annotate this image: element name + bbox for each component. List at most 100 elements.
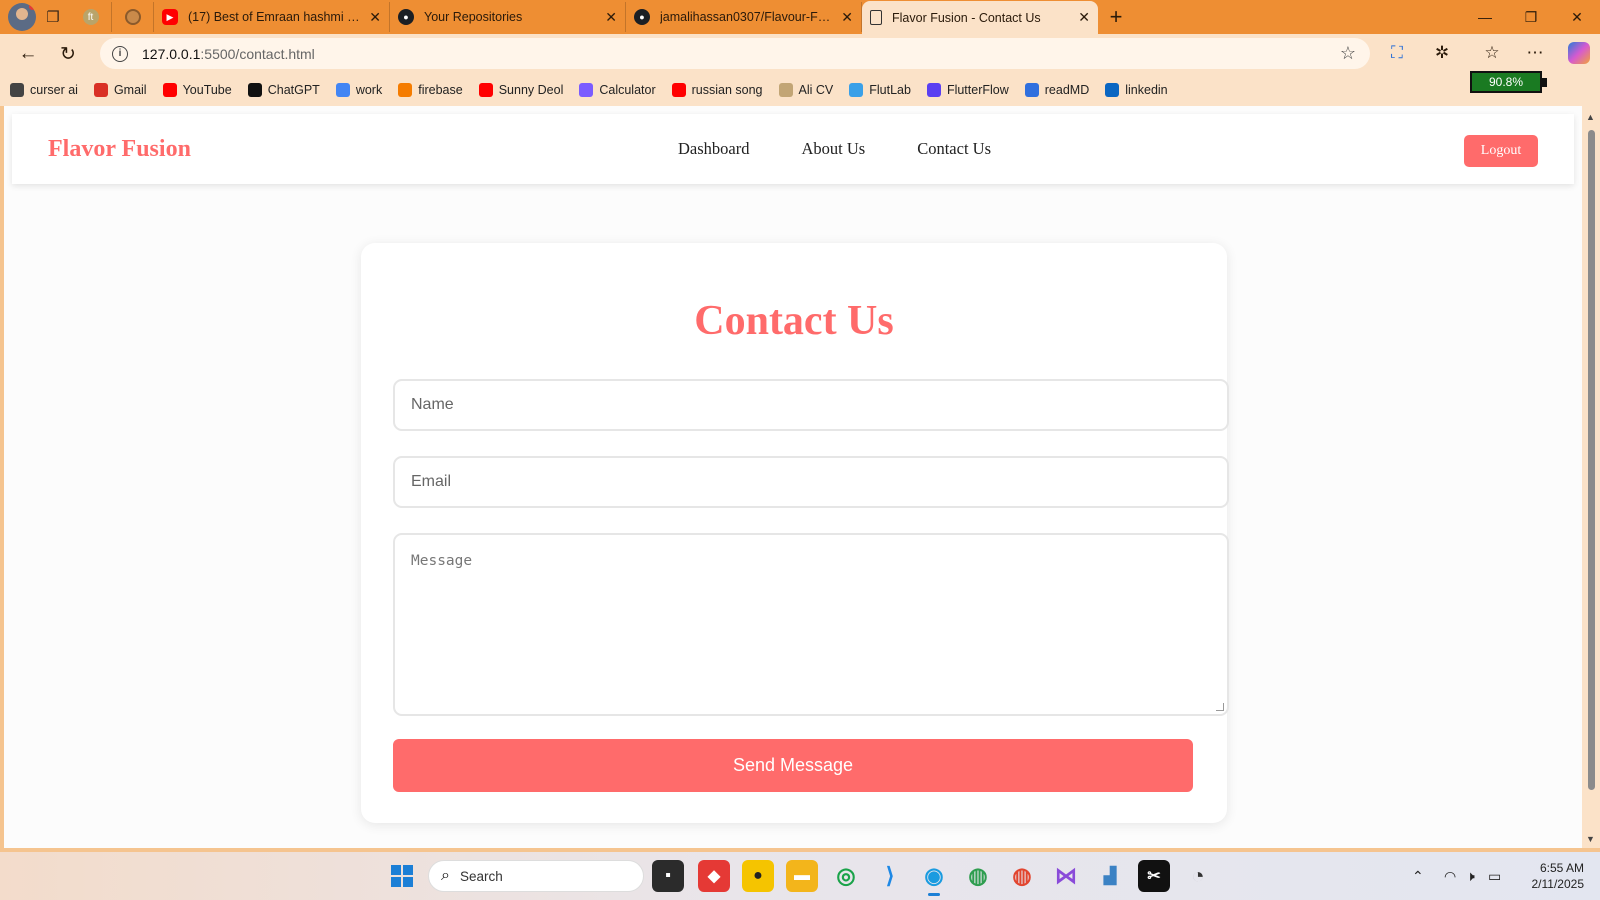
search-icon: ⌕ <box>441 867 450 884</box>
whatsapp-icon[interactable]: ◎ <box>830 860 862 892</box>
flutterflow-icon <box>926 83 941 97</box>
bookmark-russian-song[interactable]: russian song <box>671 83 763 97</box>
email-input[interactable]: Email <box>393 456 1229 508</box>
youtube-icon <box>478 83 493 97</box>
visual-studio-icon[interactable]: ⋈ <box>1050 860 1082 892</box>
bookmark-flutlab[interactable]: FlutLab <box>849 83 911 97</box>
capcut-icon[interactable]: ✂ <box>1138 860 1170 892</box>
youtube-icon <box>671 83 686 97</box>
taskbar-search[interactable]: ⌕ Search <box>428 860 644 892</box>
bookmark-curser-ai[interactable]: curser ai <box>10 83 78 97</box>
back-icon[interactable]: ← <box>8 36 48 72</box>
pinned-tab-2[interactable] <box>112 2 154 32</box>
linkedin-icon <box>1105 83 1120 97</box>
close-tab-icon[interactable]: ✕ <box>605 9 617 26</box>
bookmark-label: Ali CV <box>798 83 834 97</box>
wifi-icon[interactable]: ◠ <box>1444 852 1456 900</box>
chrome-icon[interactable]: ◍ <box>962 860 994 892</box>
chrome-profile-icon[interactable]: ◍ <box>1006 860 1038 892</box>
performance-monitor-icon[interactable]: ▟ <box>1094 860 1126 892</box>
bookmark-ali-cv[interactable]: Ali CV <box>778 83 834 97</box>
bookmark-flutterflow[interactable]: FlutterFlow <box>926 83 1009 97</box>
edge-icon[interactable]: ◉ <box>918 860 950 896</box>
bookmark-gmail[interactable]: Gmail <box>93 83 147 97</box>
bookmark-label: FlutLab <box>869 83 911 97</box>
bookmark-youtube[interactable]: YouTube <box>162 83 232 97</box>
task-view-icon[interactable]: ▪ <box>652 860 684 892</box>
vscode-icon[interactable]: ⟩ <box>874 860 906 892</box>
nav-link-dashboard[interactable]: Dashboard <box>678 139 749 159</box>
pinned-tab-1[interactable]: ft <box>70 2 112 32</box>
name-input[interactable]: Name <box>393 379 1229 431</box>
bookmark-label: work <box>355 83 383 97</box>
page-scrollbar[interactable]: ▲ ▼ <box>1582 106 1600 848</box>
tab-flavour-fusion-repo[interactable]: ● jamalihassan0307/Flavour-Fusion ✕ <box>626 2 862 32</box>
url-host: 127.0.0.1 <box>142 45 201 62</box>
favorite-star-icon[interactable]: ☆ <box>1340 43 1356 64</box>
translate-icon[interactable]: ⛶ <box>1380 37 1414 69</box>
bookmark-firebase[interactable]: firebase <box>398 83 463 97</box>
workspaces-icon[interactable]: ❐ <box>36 2 70 32</box>
brand-logo[interactable]: Flavor Fusion <box>48 136 191 163</box>
bookmark-label: YouTube <box>182 83 232 97</box>
scroll-down-icon[interactable]: ▼ <box>1586 834 1595 844</box>
tab-youtube-emraan[interactable]: ▶ (17) Best of Emraan hashmi ( slow ✕ <box>154 2 390 32</box>
site-info-icon[interactable]: i <box>112 45 128 62</box>
readmd-icon <box>1024 83 1039 97</box>
github-icon: ● <box>398 9 414 25</box>
bookmark-label: Sunny Deol <box>498 83 564 97</box>
profile-avatar[interactable] <box>8 3 36 31</box>
nav-link-about-us[interactable]: About Us <box>801 139 865 159</box>
minimize-icon[interactable]: — <box>1462 0 1508 34</box>
refresh-icon[interactable]: ↻ <box>48 36 88 72</box>
logout-button[interactable]: Logout <box>1464 135 1538 167</box>
system-clock[interactable]: 6:55 AM 2/11/2025 <box>1514 860 1585 892</box>
bookmark-work[interactable]: work <box>335 83 383 97</box>
send-message-button[interactable]: Send Message <box>393 739 1193 792</box>
bookmark-label: linkedin <box>1125 83 1168 97</box>
close-tab-icon[interactable]: ✕ <box>841 9 853 26</box>
bookmark-chatgpt[interactable]: ChatGPT <box>247 83 320 97</box>
clock-date: 2/11/2025 <box>1531 877 1585 891</box>
extensions-icon[interactable]: ✲ <box>1425 37 1459 69</box>
resize-handle-icon[interactable] <box>1216 703 1224 711</box>
restore-icon[interactable]: ❐ <box>1508 0 1554 34</box>
calculator-icon <box>579 83 594 97</box>
message-textarea[interactable]: Message <box>393 533 1229 716</box>
clock-app-icon[interactable]: ◔ <box>1182 860 1214 892</box>
address-bar[interactable]: i 127.0.0.1:5500/contact.html ☆ <box>100 38 1370 69</box>
close-tab-icon[interactable]: ✕ <box>1078 9 1090 26</box>
nav-link-contact-us[interactable]: Contact Us <box>917 139 991 159</box>
bookmark-linkedin[interactable]: linkedin <box>1105 83 1168 97</box>
new-tab-button[interactable]: + <box>1098 2 1134 32</box>
bookmark-label: russian song <box>691 83 763 97</box>
volume-icon[interactable]: 🕨 <box>1466 852 1475 900</box>
nav-links: Dashboard About Us Contact Us <box>678 139 1043 159</box>
docs-icon <box>335 83 350 97</box>
tab-your-repositories[interactable]: ● Your Repositories ✕ <box>390 2 626 32</box>
tab-title: (17) Best of Emraan hashmi ( slow <box>188 10 364 24</box>
pinned-site-icon <box>124 9 141 25</box>
bookmark-calculator[interactable]: Calculator <box>579 83 656 97</box>
scroll-up-icon[interactable]: ▲ <box>1586 112 1595 122</box>
anydesk-icon[interactable]: ◆ <box>698 860 730 892</box>
start-button[interactable] <box>386 860 418 892</box>
clock-time: 6:55 AM <box>1539 861 1584 875</box>
copilot-icon[interactable] <box>1562 37 1596 69</box>
favorites-icon[interactable]: ☆ <box>1475 37 1509 69</box>
more-menu-icon[interactable]: ⋯ <box>1518 37 1552 69</box>
github-icon: ● <box>634 9 650 25</box>
file-explorer-icon[interactable]: ▬ <box>786 860 818 892</box>
search-label: Search <box>459 868 503 884</box>
close-window-icon[interactable]: ✕ <box>1554 0 1600 34</box>
chat-app-icon[interactable]: ● <box>742 860 774 892</box>
bookmark-readmd[interactable]: readMD <box>1024 83 1089 97</box>
scroll-thumb[interactable] <box>1588 130 1595 790</box>
youtube-icon <box>162 83 177 97</box>
tray-overflow-icon[interactable]: ⌃ <box>1412 852 1424 900</box>
tab-contact-us[interactable]: Flavor Fusion - Contact Us ✕ <box>862 1 1098 34</box>
pinned-site-icon: ft <box>82 9 99 25</box>
close-tab-icon[interactable]: ✕ <box>369 9 381 26</box>
battery-icon[interactable]: ▭ <box>1488 852 1501 900</box>
bookmark-sunny-deol[interactable]: Sunny Deol <box>478 83 564 97</box>
